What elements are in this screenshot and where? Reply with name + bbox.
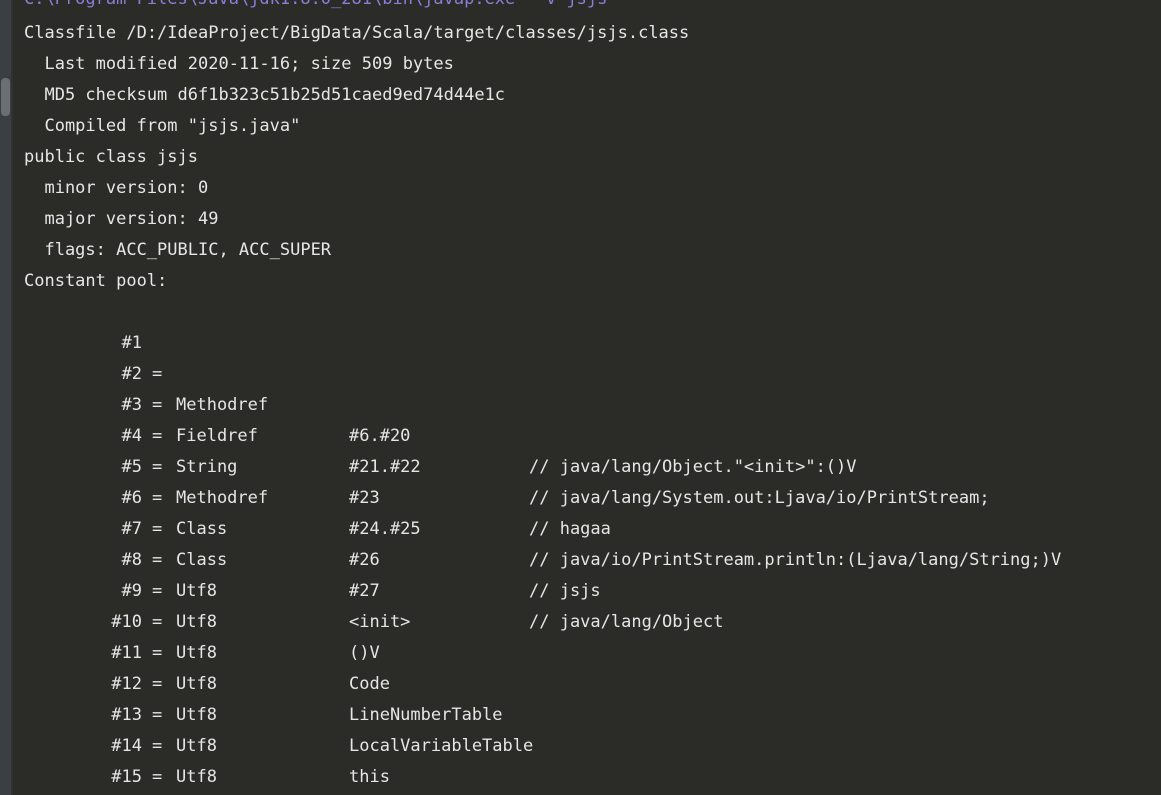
constant-pool-entry: #6 = Class #27 // java/lang/Object (0, 452, 1161, 632)
constant-pool-entry: #1 = Methodref #6.#20 // java/lang/Objec… (0, 297, 1161, 477)
console-window: C:\Program Files\Java\jdk1.8.0_281\bin\j… (0, 0, 1161, 795)
constant-pool-entry: #14 = Utf8 main (0, 700, 1161, 787)
constant-pool-entry: #13 = Utf8 Ljsjs; (0, 669, 1161, 787)
constant-pool-entry: #10 = Utf8 LineNumberTable (0, 576, 1161, 725)
constant-pool-entry: #5 = Class #26 // jsjs (0, 421, 1161, 601)
constant-pool-entry: #3 = String #23 // hagaa (0, 359, 1161, 539)
constant-pool-entry: #4 = Methodref #24.#25 // java/io/PrintS… (0, 390, 1161, 570)
class-declaration: public class jsjs (24, 147, 198, 167)
constant-pool-entry: #11 = Utf8 LocalVariableTable (0, 607, 1161, 756)
command-line: C:\Program Files\Java\jdk1.8.0_281\bin\j… (24, 0, 607, 15)
constant-pool-entry: #8 = Utf8 ()V (0, 514, 1161, 663)
gutter-edge-divider (11, 0, 13, 795)
constant-pool-label: Constant pool: (24, 271, 168, 291)
md5-checksum-line: MD5 checksum d6f1b323c51b25d51caed9ed74d… (24, 85, 506, 105)
classfile-line: Classfile /D:/IdeaProject/BigData/Scala/… (24, 23, 690, 43)
constant-pool-entry: #16 = Utf8 args (0, 762, 1161, 793)
constant-pool-entry: #15 = Utf8 ([Ljava/lang/String;)V (0, 731, 1161, 787)
last-modified-line: Last modified 2020-11-16; size 509 bytes (24, 54, 454, 74)
major-version-line: major version: 49 (24, 209, 219, 229)
constant-pool-entry: #7 = Utf8 <init> (0, 483, 1161, 632)
constant-pool-entry: #12 = Utf8 this (0, 638, 1161, 787)
flags-line: flags: ACC_PUBLIC, ACC_SUPER (24, 240, 332, 260)
vertical-scrollbar-thumb[interactable] (1, 78, 10, 116)
console-output[interactable]: C:\Program Files\Java\jdk1.8.0_281\bin\j… (0, 0, 1161, 795)
constant-pool-entry: #9 = Utf8 Code (0, 545, 1161, 694)
compiled-from-line: Compiled from "jsjs.java" (24, 116, 301, 136)
minor-version-line: minor version: 0 (24, 178, 209, 198)
console-gutter (0, 0, 11, 795)
constant-pool-entry: #2 = Fieldref #21.#22 // java/lang/Syste… (0, 328, 1161, 508)
